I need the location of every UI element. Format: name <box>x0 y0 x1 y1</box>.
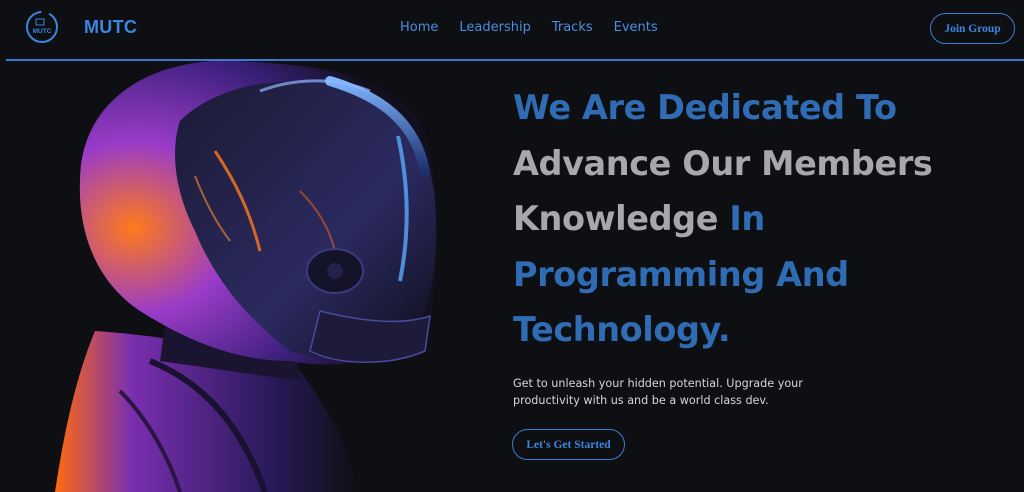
nav-link-home[interactable]: Home <box>400 20 438 35</box>
helmet-figure-illustration <box>55 61 437 492</box>
logo-text: MUTC <box>33 28 52 35</box>
nav-link-events[interactable]: Events <box>614 20 658 35</box>
brand-name[interactable]: MUTC <box>84 17 137 38</box>
join-group-button[interactable]: Join Group <box>930 13 1015 44</box>
headline-line-4: Programming And <box>513 254 849 294</box>
nav-link-leadership[interactable]: Leadership <box>459 20 530 35</box>
top-nav: MUTC MUTC Home Leadership Tracks Events … <box>0 0 1024 61</box>
nav-links: Home Leadership Tracks Events <box>400 20 658 35</box>
headline-line-3a: Knowledge <box>513 199 719 238</box>
mutc-logo-icon[interactable]: MUTC <box>25 10 59 44</box>
hero-headline: We Are Dedicated To Advance Our Members … <box>513 80 1013 358</box>
get-started-button[interactable]: Let's Get Started <box>512 429 625 460</box>
headline-line-5: Technology. <box>513 310 731 349</box>
headline-line-2: Advance Our Members <box>513 143 933 183</box>
hero-subtext: Get to unleash your hidden potential. Up… <box>513 377 803 407</box>
landing-page: MUTC MUTC Home Leadership Tracks Events … <box>0 0 1024 492</box>
headline-line-1: We Are Dedicated To <box>513 88 897 127</box>
headline-line-3b: In <box>718 199 765 238</box>
nav-link-tracks[interactable]: Tracks <box>552 20 593 35</box>
